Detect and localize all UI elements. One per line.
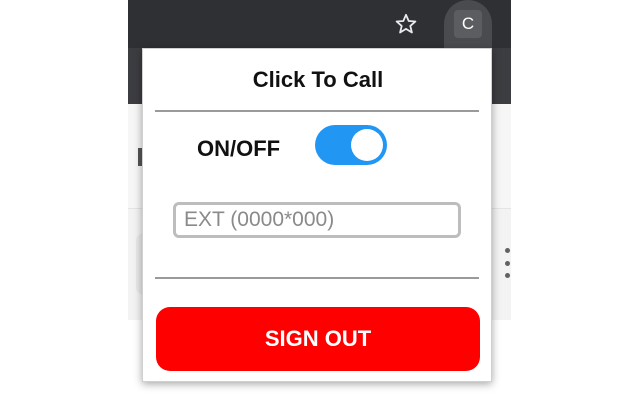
browser-toolbar: C xyxy=(128,0,511,48)
on-off-toggle[interactable] xyxy=(315,125,387,165)
divider-top xyxy=(155,110,479,112)
sign-out-button[interactable]: SIGN OUT xyxy=(156,307,480,371)
screen: C Click To Call ON/OFF SIGN OUT xyxy=(0,0,640,400)
click-to-call-popup: Click To Call ON/OFF SIGN OUT xyxy=(142,48,492,382)
bookmark-star-icon[interactable] xyxy=(392,10,420,38)
divider-bottom xyxy=(155,277,479,279)
extension-icon: C xyxy=(454,10,482,38)
popup-title: Click To Call xyxy=(252,67,384,92)
extension-button[interactable]: C xyxy=(444,0,492,48)
more-options-icon[interactable] xyxy=(502,248,511,278)
toggle-label: ON/OFF xyxy=(197,136,281,161)
extension-input[interactable] xyxy=(173,202,461,238)
toggle-knob xyxy=(351,129,383,161)
